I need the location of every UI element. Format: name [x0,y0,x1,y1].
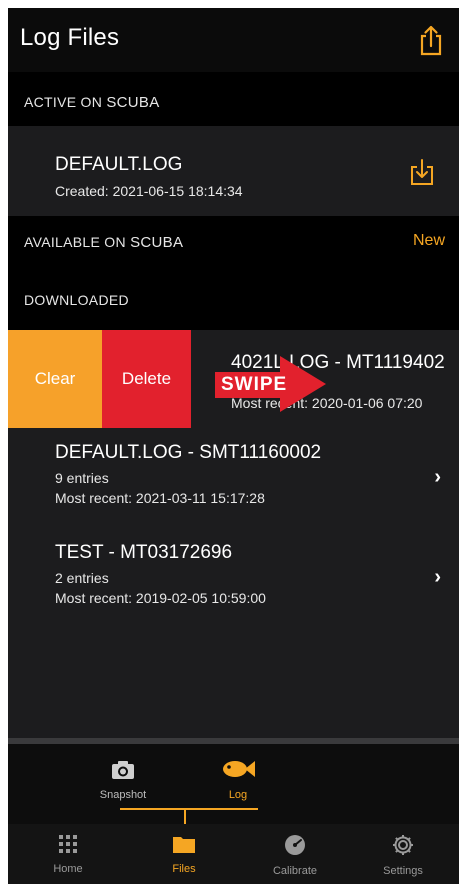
tab-calibrate-label: Calibrate [272,865,318,877]
share-icon[interactable] [417,24,445,56]
camera-icon [78,760,168,783]
subtab-snapshot-label: Snapshot [99,789,147,801]
tab-settings-label: Settings [383,865,423,877]
folder-icon [144,834,224,857]
available-label-device: SCUBA [130,234,184,251]
active-file-created: Created: 2021-06-15 18:14:34 [55,183,243,199]
tab-settings[interactable]: Settings [363,834,443,877]
list-item-recent: Most recent: 2019-02-05 10:59:00 [55,590,266,606]
clear-button[interactable]: Clear [8,330,102,428]
active-section-label: ACTIVE ON SCUBA [24,94,160,111]
tab-bar: Home Files Calibrate Settings [8,824,459,884]
header: Log Files [8,8,459,72]
swiped-item-title: 4021L.LOG - MT1119402 [231,352,445,373]
delete-button[interactable]: Delete [102,330,191,428]
active-label-prefix: ACTIVE ON [24,94,103,110]
list-item-title: TEST - MT03172696 [55,542,233,563]
list-item[interactable]: DEFAULT.LOG - SMT11160002 9 entries Most… [8,428,459,528]
active-label-device: SCUBA [106,94,160,111]
chevron-right-icon: › [434,466,441,488]
subtab-underline [120,808,258,810]
subtab-tick [184,810,186,824]
sub-tab-bar: Snapshot Log [8,744,459,824]
list-item-entries: 2 entries [55,570,109,586]
tab-calibrate[interactable]: Calibrate [255,834,335,877]
gauge-icon [255,834,335,859]
list-item-entries: 9 entries [55,470,109,486]
tab-home[interactable]: Home [28,834,108,875]
chevron-right-icon: › [434,566,441,588]
tab-files-label: Files [172,863,196,875]
download-icon[interactable] [409,158,435,186]
page-title: Log Files [20,24,120,51]
subtab-log-label: Log [228,789,248,801]
available-label-prefix: AVAILABLE ON [24,234,126,250]
swipe-annotation: SWIPE [215,372,294,398]
subtab-log[interactable]: Log [193,758,283,801]
tab-home-label: Home [53,863,83,875]
list-empty-area [8,628,459,738]
active-file-name: DEFAULT.LOG [55,154,183,175]
available-section-label: AVAILABLE ON SCUBA [24,234,183,251]
grid-icon [28,834,108,857]
subtab-snapshot[interactable]: Snapshot [78,760,168,801]
fish-icon [193,758,283,783]
list-item[interactable]: TEST - MT03172696 2 entries Most recent:… [8,528,459,628]
app-screen: Log Files ACTIVE ON SCUBA DEFAULT.LOG Cr… [8,8,459,884]
list-item-recent: Most recent: 2021-03-11 15:17:28 [55,490,265,506]
left-margin [0,0,8,884]
new-button[interactable]: New [413,232,445,250]
list-item-title: DEFAULT.LOG - SMT11160002 [55,442,322,463]
tab-files[interactable]: Files [144,834,224,875]
gear-icon [363,834,443,859]
downloaded-section-label: DOWNLOADED [24,292,129,308]
active-file-row[interactable]: DEFAULT.LOG Created: 2021-06-15 18:14:34 [8,126,459,216]
